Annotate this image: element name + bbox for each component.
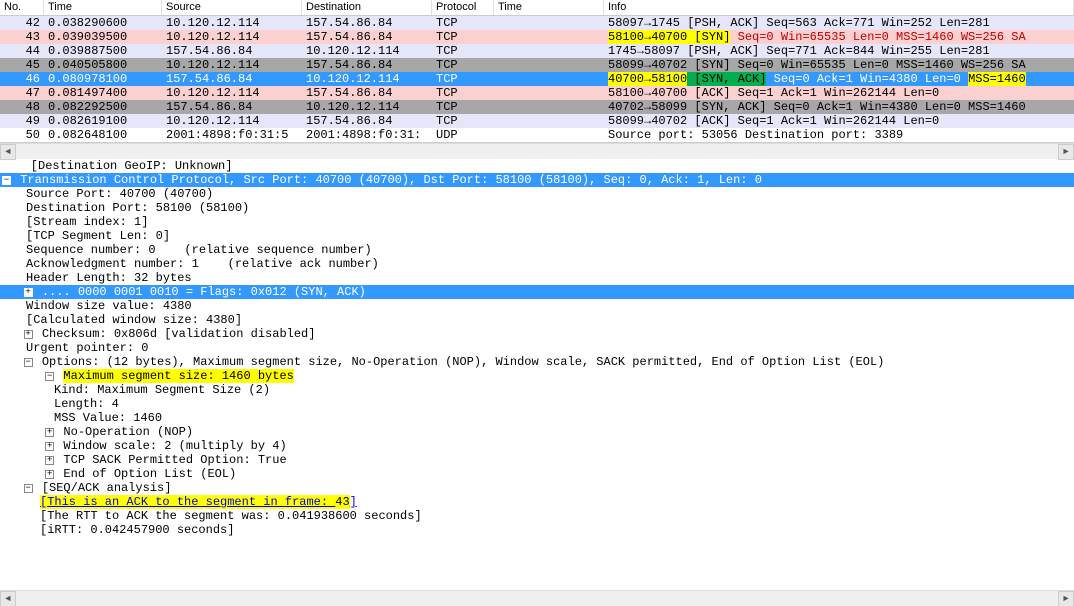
expand-icon[interactable]: + (45, 456, 54, 465)
packet-row[interactable]: 470.08149740010.120.12.114157.54.86.84TC… (0, 86, 1074, 100)
collapse-icon[interactable]: − (24, 358, 33, 367)
packet-row[interactable]: 500.0826481002001:4898:f0:31:52001:4898:… (0, 128, 1074, 142)
detail-nop[interactable]: + No-Operation (NOP) (0, 425, 1074, 439)
packet-row[interactable]: 460.080978100157.54.86.8410.120.12.114TC… (0, 72, 1074, 86)
packet-list-header: No. Time Source Destination Protocol Tim… (0, 0, 1074, 16)
detail-header-length[interactable]: Header Length: 32 bytes (0, 271, 1074, 285)
detail-mss[interactable]: − Maximum segment size: 1460 bytes (0, 369, 1074, 383)
expand-icon[interactable]: + (24, 330, 33, 339)
detail-mss-length[interactable]: Length: 4 (0, 397, 1074, 411)
detail-dst-port[interactable]: Destination Port: 58100 (58100) (0, 201, 1074, 215)
detail-seq-ack-analysis[interactable]: − [SEQ/ACK analysis] (0, 481, 1074, 495)
packet-list-pane: No. Time Source Destination Protocol Tim… (0, 0, 1074, 143)
expand-icon[interactable]: + (45, 442, 54, 451)
expand-icon[interactable]: + (45, 428, 54, 437)
hscrollbar-packet-list[interactable]: ◄ ► (0, 143, 1074, 159)
scroll-left-icon[interactable]: ◄ (0, 144, 16, 160)
packet-row[interactable]: 450.04050580010.120.12.114157.54.86.84TC… (0, 58, 1074, 72)
detail-ack-frame-link[interactable]: [This is an ACK to the segment in frame:… (0, 495, 1074, 509)
detail-segment-len[interactable]: [TCP Segment Len: 0] (0, 229, 1074, 243)
col-header-destination[interactable]: Destination (302, 0, 432, 15)
detail-src-port[interactable]: Source Port: 40700 (40700) (0, 187, 1074, 201)
packet-row[interactable]: 420.03829060010.120.12.114157.54.86.84TC… (0, 16, 1074, 30)
packet-row[interactable]: 430.03903950010.120.12.114157.54.86.84TC… (0, 30, 1074, 44)
detail-ack-number[interactable]: Acknowledgment number: 1 (relative ack n… (0, 257, 1074, 271)
detail-calc-window[interactable]: [Calculated window size: 4380] (0, 313, 1074, 327)
hscrollbar-details[interactable]: ◄ ► (0, 590, 1074, 606)
scroll-left-icon[interactable]: ◄ (0, 591, 16, 606)
col-header-time[interactable]: Time (44, 0, 162, 15)
collapse-icon[interactable]: − (45, 372, 54, 381)
packet-rows: 420.03829060010.120.12.114157.54.86.84TC… (0, 16, 1074, 142)
detail-mss-kind[interactable]: Kind: Maximum Segment Size (2) (0, 383, 1074, 397)
col-header-time2[interactable]: Time (494, 0, 604, 15)
detail-sack-permitted[interactable]: + TCP SACK Permitted Option: True (0, 453, 1074, 467)
detail-irtt[interactable]: [iRTT: 0.042457900 seconds] (0, 523, 1074, 537)
packet-row[interactable]: 480.082292500157.54.86.8410.120.12.114TC… (0, 100, 1074, 114)
detail-rtt[interactable]: [The RTT to ACK the segment was: 0.04193… (0, 509, 1074, 523)
col-header-source[interactable]: Source (162, 0, 302, 15)
detail-window-scale[interactable]: + Window scale: 2 (multiply by 4) (0, 439, 1074, 453)
scroll-right-icon[interactable]: ► (1058, 144, 1074, 160)
detail-urgent-pointer[interactable]: Urgent pointer: 0 (0, 341, 1074, 355)
packet-row[interactable]: 440.039887500157.54.86.8410.120.12.114TC… (0, 44, 1074, 58)
detail-mss-value[interactable]: MSS Value: 1460 (0, 411, 1074, 425)
detail-window-size[interactable]: Window size value: 4380 (0, 299, 1074, 313)
detail-eol[interactable]: + End of Option List (EOL) (0, 467, 1074, 481)
detail-tcp-header[interactable]: − Transmission Control Protocol, Src Por… (0, 173, 1074, 187)
scroll-right-icon[interactable]: ► (1058, 591, 1074, 606)
col-header-no[interactable]: No. (0, 0, 44, 15)
detail-options[interactable]: − Options: (12 bytes), Maximum segment s… (0, 355, 1074, 369)
packet-row[interactable]: 490.08261910010.120.12.114157.54.86.84TC… (0, 114, 1074, 128)
expand-icon[interactable]: + (45, 470, 54, 479)
collapse-icon[interactable]: − (24, 484, 33, 493)
detail-stream-index[interactable]: [Stream index: 1] (0, 215, 1074, 229)
packet-details-pane: [Destination GeoIP: Unknown] − Transmiss… (0, 159, 1074, 537)
collapse-icon[interactable]: − (2, 176, 11, 185)
expand-icon[interactable]: + (24, 288, 33, 297)
detail-checksum[interactable]: + Checksum: 0x806d [validation disabled] (0, 327, 1074, 341)
col-header-protocol[interactable]: Protocol (432, 0, 494, 15)
col-header-info[interactable]: Info (604, 0, 1074, 15)
detail-geoip[interactable]: [Destination GeoIP: Unknown] (0, 159, 1074, 173)
detail-seq-number[interactable]: Sequence number: 0 (relative sequence nu… (0, 243, 1074, 257)
detail-flags[interactable]: + .... 0000 0001 0010 = Flags: 0x012 (SY… (0, 285, 1074, 299)
